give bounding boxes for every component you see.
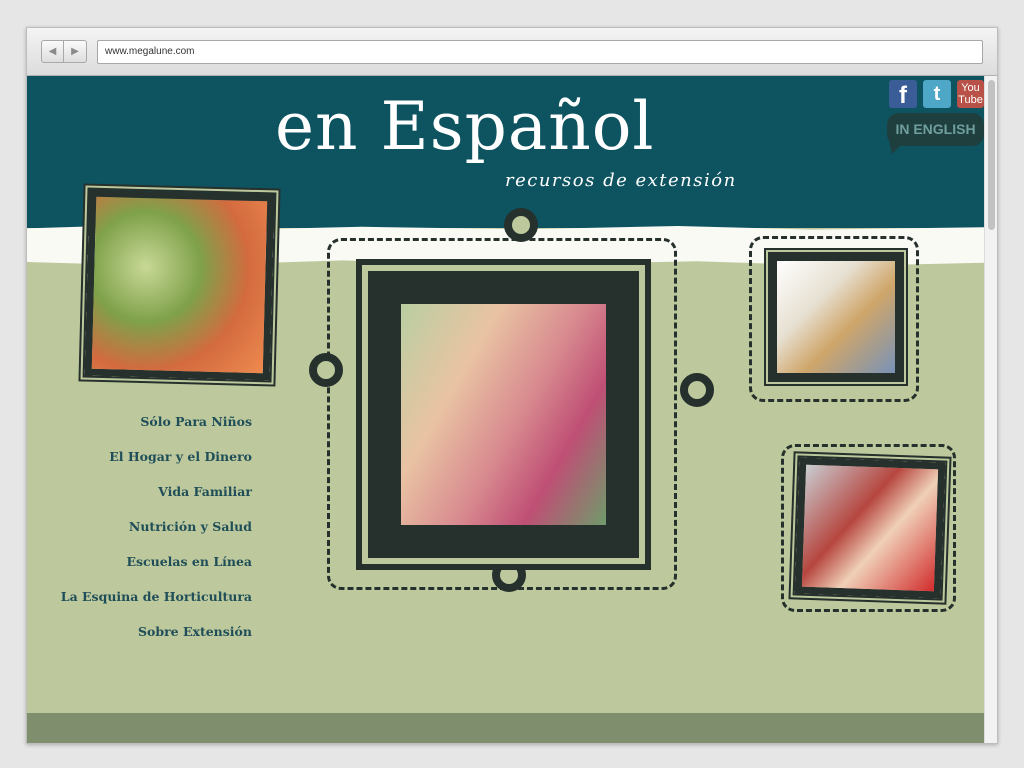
forward-button[interactable]: ▶ (64, 40, 87, 63)
frame-knob-right (680, 373, 714, 407)
vertical-scrollbar[interactable] (984, 76, 997, 743)
browser-toolbar: ◀ ▶ www.megalune.com (27, 28, 997, 76)
scrollbar-thumb[interactable] (988, 80, 995, 230)
twitter-icon[interactable]: t (923, 80, 951, 108)
youtube-icon[interactable]: You Tube (957, 80, 984, 108)
page-viewport: en Español recursos de extensión f t You… (27, 76, 984, 743)
footer-band (27, 713, 984, 743)
math-blocks-photo (777, 261, 895, 373)
family-photo (401, 304, 606, 525)
kids-jumping-photo (801, 464, 939, 592)
family-photo-frame (371, 274, 636, 555)
nav-link-esquina-horticultura[interactable]: La Esquina de Horticultura (61, 589, 252, 604)
site-subtitle: recursos de extensión (505, 170, 737, 191)
garden-photo-frame (84, 189, 275, 381)
frame-knob-left (309, 353, 343, 387)
site-title: en Español (275, 88, 655, 165)
address-bar[interactable]: www.megalune.com (97, 40, 983, 64)
kids-photo-frame (794, 457, 946, 599)
math-photo-frame (770, 254, 902, 380)
nav-link-vida-familiar[interactable]: Vida Familiar (158, 484, 252, 499)
back-button[interactable]: ◀ (41, 40, 64, 63)
nav-link-sobre-extension[interactable]: Sobre Extensión (138, 624, 252, 639)
nav-link-hogar-dinero[interactable]: El Hogar y el Dinero (109, 449, 252, 464)
nav-link-escuelas-en-linea[interactable]: Escuelas en Línea (126, 554, 252, 569)
facebook-icon[interactable]: f (889, 80, 917, 109)
frame-knob-bottom (492, 558, 526, 592)
english-language-button[interactable]: IN ENGLISH (887, 113, 984, 146)
nav-link-nutricion-salud[interactable]: Nutrición y Salud (129, 519, 252, 534)
child-holding-plant-photo (91, 196, 268, 374)
nav-link-solo-para-ninos[interactable]: Sólo Para Niños (140, 414, 252, 429)
frame-knob-top (504, 208, 538, 242)
browser-window: ◀ ▶ www.megalune.com en Español recursos… (26, 27, 998, 744)
